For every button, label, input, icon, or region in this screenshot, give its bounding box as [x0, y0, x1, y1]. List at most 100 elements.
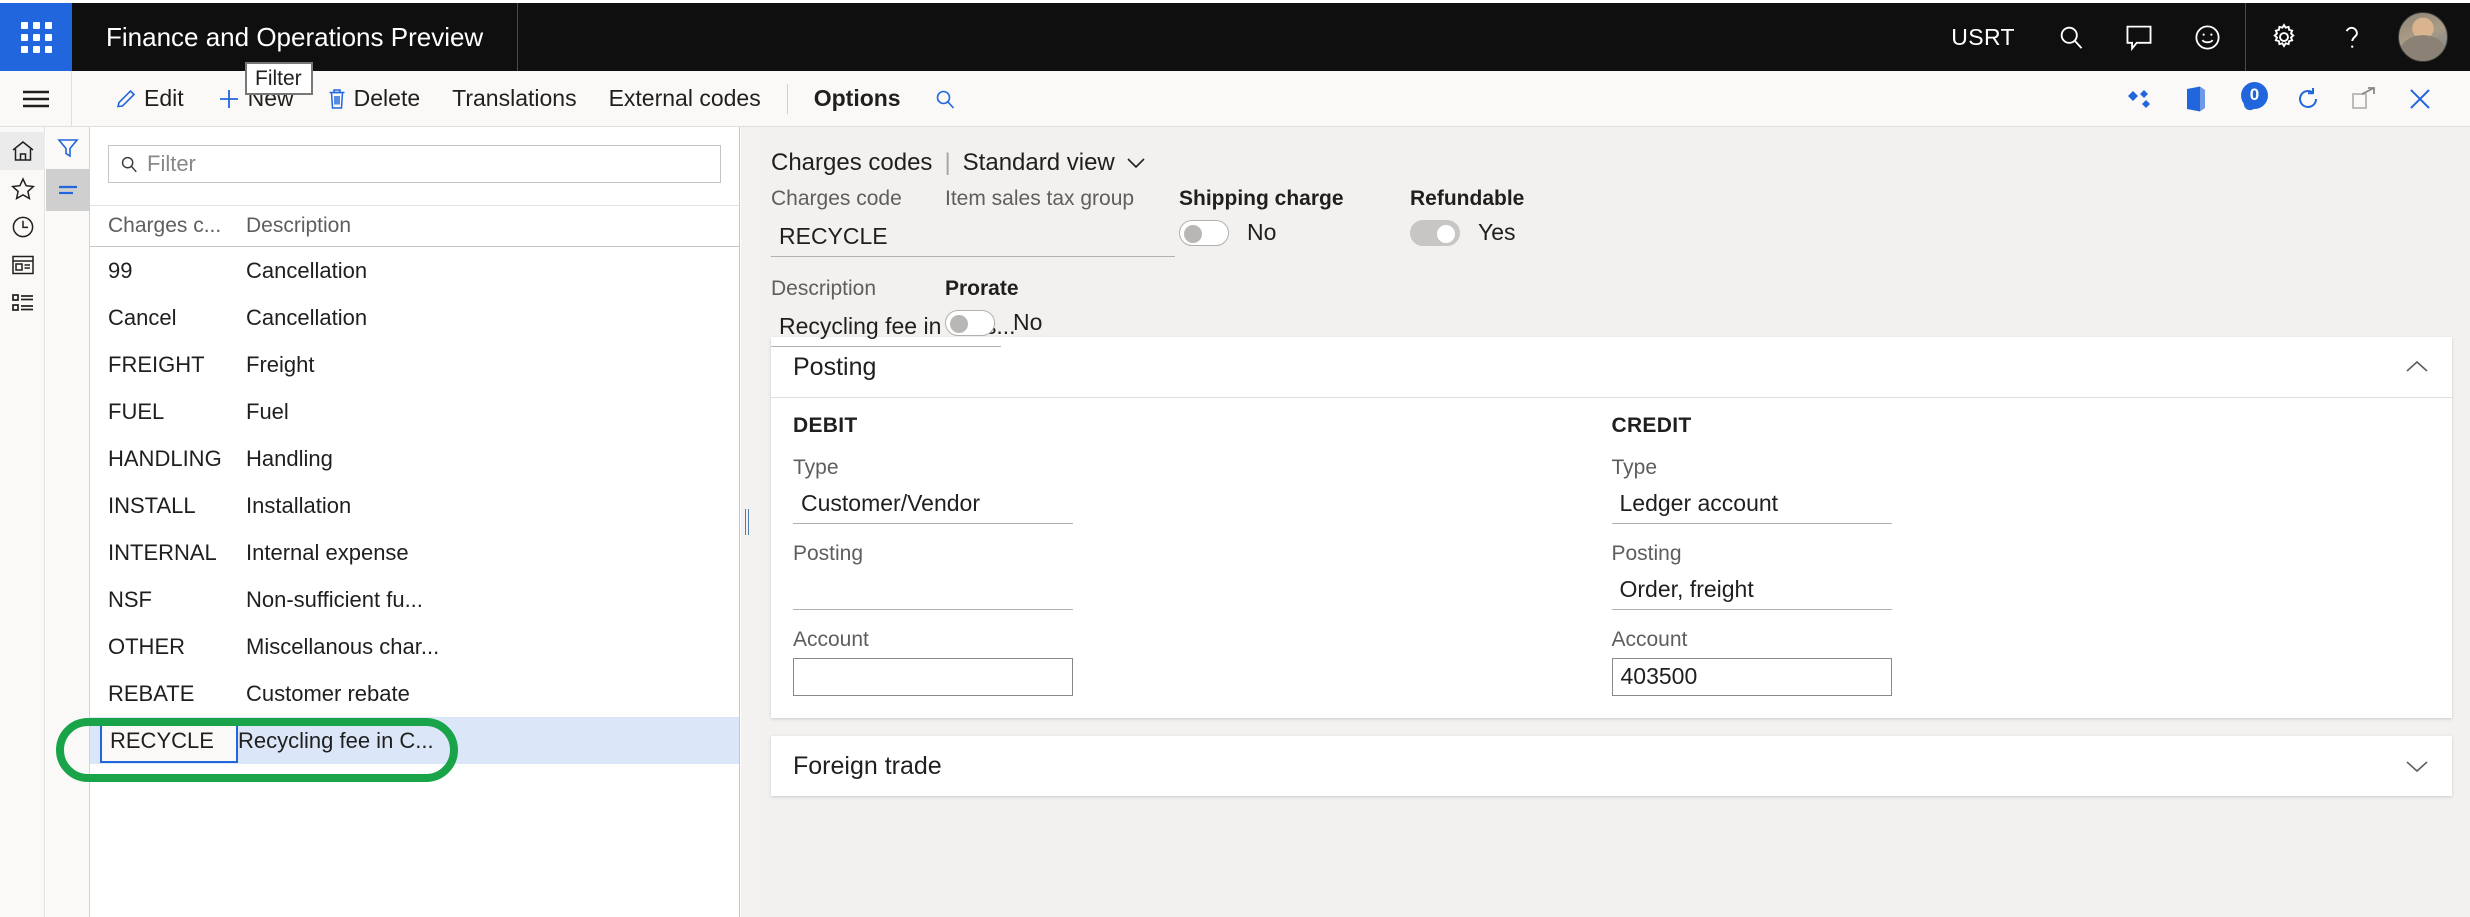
- options-button-label: Options: [814, 85, 901, 112]
- cell-charges-code[interactable]: OTHER: [108, 634, 246, 660]
- cell-charges-code[interactable]: NSF: [108, 587, 246, 613]
- debit-type-value[interactable]: Customer/Vendor: [793, 486, 1073, 524]
- credit-type-value[interactable]: Ledger account: [1612, 486, 1892, 524]
- splitter-grip[interactable]: [745, 509, 750, 535]
- field-item-sales-tax-group-value[interactable]: [945, 219, 1175, 257]
- edit-button[interactable]: Edit: [98, 71, 200, 127]
- cell-description[interactable]: Miscellanous char...: [246, 634, 739, 660]
- cell-description[interactable]: Non-sufficient fu...: [246, 587, 739, 613]
- sidebar-item-favorites[interactable]: [0, 170, 45, 208]
- cell-description[interactable]: Handling: [246, 446, 739, 472]
- view-selector[interactable]: Standard view: [963, 149, 1147, 177]
- table-row[interactable]: 99Cancellation: [90, 247, 739, 294]
- credit-account-input[interactable]: 403500: [1612, 658, 1892, 696]
- cell-description[interactable]: Fuel: [246, 399, 739, 425]
- feedback-icon[interactable]: [2105, 3, 2173, 71]
- cell-charges-code[interactable]: HANDLING: [108, 446, 246, 472]
- credit-account-label: Account: [1612, 628, 2431, 652]
- table-row[interactable]: NSFNon-sufficient fu...: [90, 576, 739, 623]
- toggle-refundable-state: Yes: [1478, 219, 1516, 246]
- table-row[interactable]: HANDLINGHandling: [90, 435, 739, 482]
- search-icon: [933, 87, 957, 111]
- charges-codes-grid: Charges c... Description 99CancellationC…: [90, 205, 739, 764]
- cell-charges-code[interactable]: FREIGHT: [108, 352, 246, 378]
- posting-section-header[interactable]: Posting: [771, 337, 2452, 397]
- cell-description[interactable]: Internal expense: [246, 540, 739, 566]
- external-codes-button[interactable]: External codes: [593, 71, 777, 127]
- debit-posting-value[interactable]: [793, 572, 1073, 610]
- breadcrumb: Charges codes | Standard view: [753, 127, 2470, 177]
- close-icon[interactable]: [2392, 71, 2448, 127]
- chevron-down-icon[interactable]: [2404, 758, 2430, 774]
- table-row[interactable]: REBATECustomer rebate: [90, 670, 739, 717]
- share-diamond-icon[interactable]: [2112, 71, 2168, 127]
- filter-input[interactable]: [147, 151, 710, 177]
- list-filter-box[interactable]: [108, 145, 721, 183]
- posting-section: Posting DEBIT Type Customer/Vendor Posti…: [771, 337, 2452, 718]
- help-icon[interactable]: [2318, 3, 2386, 71]
- app-launcher-button[interactable]: [0, 3, 72, 71]
- cell-charges-code[interactable]: INSTALL: [108, 493, 246, 519]
- cell-charges-code[interactable]: 99: [108, 258, 246, 284]
- plus-icon: [216, 86, 242, 112]
- list-lines-icon[interactable]: [46, 169, 90, 211]
- table-row[interactable]: INTERNALInternal expense: [90, 529, 739, 576]
- office-app-icon[interactable]: [2168, 71, 2224, 127]
- avatar[interactable]: [2398, 12, 2448, 62]
- sidebar-item-workspaces[interactable]: [0, 246, 45, 284]
- refresh-icon[interactable]: [2280, 71, 2336, 127]
- debit-account-input[interactable]: [793, 658, 1073, 696]
- grid-header-row: Charges c... Description: [90, 205, 739, 247]
- search-icon[interactable]: [2037, 3, 2105, 71]
- pane-splitter[interactable]: [741, 127, 753, 917]
- sidebar-item-home[interactable]: [0, 132, 45, 170]
- breadcrumb-separator: |: [944, 149, 950, 177]
- credit-posting-value[interactable]: Order, freight: [1612, 572, 1892, 610]
- sidebar-item-recent[interactable]: [0, 208, 45, 246]
- cell-description[interactable]: Cancellation: [246, 258, 739, 284]
- cell-description[interactable]: Freight: [246, 352, 739, 378]
- foreign-trade-section-header[interactable]: Foreign trade: [771, 736, 2452, 796]
- cell-charges-code[interactable]: Cancel: [108, 305, 246, 331]
- edit-button-label: Edit: [144, 85, 184, 112]
- gear-icon[interactable]: [2250, 3, 2318, 71]
- navigation-menu-button[interactable]: [0, 71, 72, 127]
- cell-description[interactable]: Recycling fee in C...: [238, 728, 739, 754]
- sidebar-item-modules[interactable]: [0, 284, 45, 322]
- cell-charges-code[interactable]: INTERNAL: [108, 540, 246, 566]
- table-row[interactable]: FREIGHTFreight: [90, 341, 739, 388]
- toggle-shipping-charge-switch[interactable]: [1179, 220, 1229, 246]
- column-header-charges-code[interactable]: Charges c...: [108, 214, 246, 238]
- header-fields: Charges code RECYCLE Item sales tax grou…: [753, 177, 2470, 337]
- table-row[interactable]: INSTALLInstallation: [90, 482, 739, 529]
- delete-button[interactable]: Delete: [310, 71, 436, 127]
- toggle-shipping-charge-label: Shipping charge: [1179, 187, 1344, 211]
- table-row[interactable]: CancelCancellation: [90, 294, 739, 341]
- funnel-icon[interactable]: [46, 127, 90, 169]
- smiley-icon[interactable]: [2173, 3, 2241, 71]
- cell-charges-code[interactable]: RECYCLE: [100, 719, 238, 763]
- open-in-new-window-icon[interactable]: [2336, 71, 2392, 127]
- options-button[interactable]: Options: [798, 71, 917, 127]
- toggle-refundable-switch[interactable]: [1410, 220, 1460, 246]
- posting-debit-column: DEBIT Type Customer/Vendor Posting Accou…: [793, 414, 1612, 696]
- cell-description[interactable]: Installation: [246, 493, 739, 519]
- cell-description[interactable]: Cancellation: [246, 305, 739, 331]
- translations-button[interactable]: Translations: [436, 71, 592, 127]
- toggle-refundable: Refundable Yes: [1410, 187, 1524, 246]
- field-item-sales-tax-group-label: Item sales tax group: [945, 187, 1175, 211]
- command-search-button[interactable]: [917, 71, 973, 127]
- cell-description[interactable]: Customer rebate: [246, 681, 739, 707]
- table-row[interactable]: RECYCLERecycling fee in C...: [90, 717, 739, 764]
- column-header-description[interactable]: Description: [246, 214, 739, 238]
- table-row[interactable]: OTHERMiscellanous char...: [90, 623, 739, 670]
- waffle-icon: [21, 22, 52, 53]
- cell-charges-code[interactable]: REBATE: [108, 681, 246, 707]
- table-row[interactable]: FUELFuel: [90, 388, 739, 435]
- cell-charges-code[interactable]: FUEL: [108, 399, 246, 425]
- company-code[interactable]: USRT: [1929, 24, 2037, 51]
- attachment-icon[interactable]: 0: [2224, 71, 2280, 127]
- toggle-refundable-label: Refundable: [1410, 187, 1524, 211]
- toggle-prorate-switch[interactable]: [945, 310, 995, 336]
- chevron-up-icon[interactable]: [2404, 359, 2430, 375]
